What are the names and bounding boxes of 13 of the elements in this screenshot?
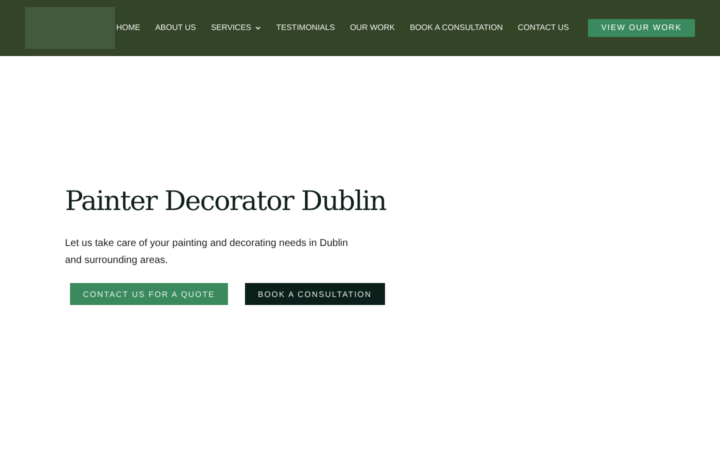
- nav-link[interactable]: CONTACT US: [518, 23, 569, 32]
- hero-text: Let us take care of your painting and decorating needs in Dublin and surrounding areas.: [65, 237, 349, 268]
- nav-link[interactable]: SERVICES: [210, 23, 262, 32]
- cta-button[interactable]: CONTACT US FOR A QUOTE: [70, 283, 228, 305]
- nav-link[interactable]: BOOK A CONSULTATION: [410, 23, 503, 32]
- nav-link[interactable]: OUR WORK: [350, 23, 395, 32]
- cta-button[interactable]: BOOK A CONSULTATION: [244, 283, 385, 305]
- nav-link[interactable]: HOME: [116, 23, 140, 32]
- view-work-button[interactable]: VIEW OUR WORK: [588, 18, 695, 36]
- nav-link[interactable]: TESTIMONIALS: [276, 23, 335, 32]
- hero-title: Painter Decorator Dublin: [65, 186, 388, 217]
- nav-link[interactable]: ABOUT US: [155, 23, 196, 32]
- chevron-down-icon: [255, 26, 262, 30]
